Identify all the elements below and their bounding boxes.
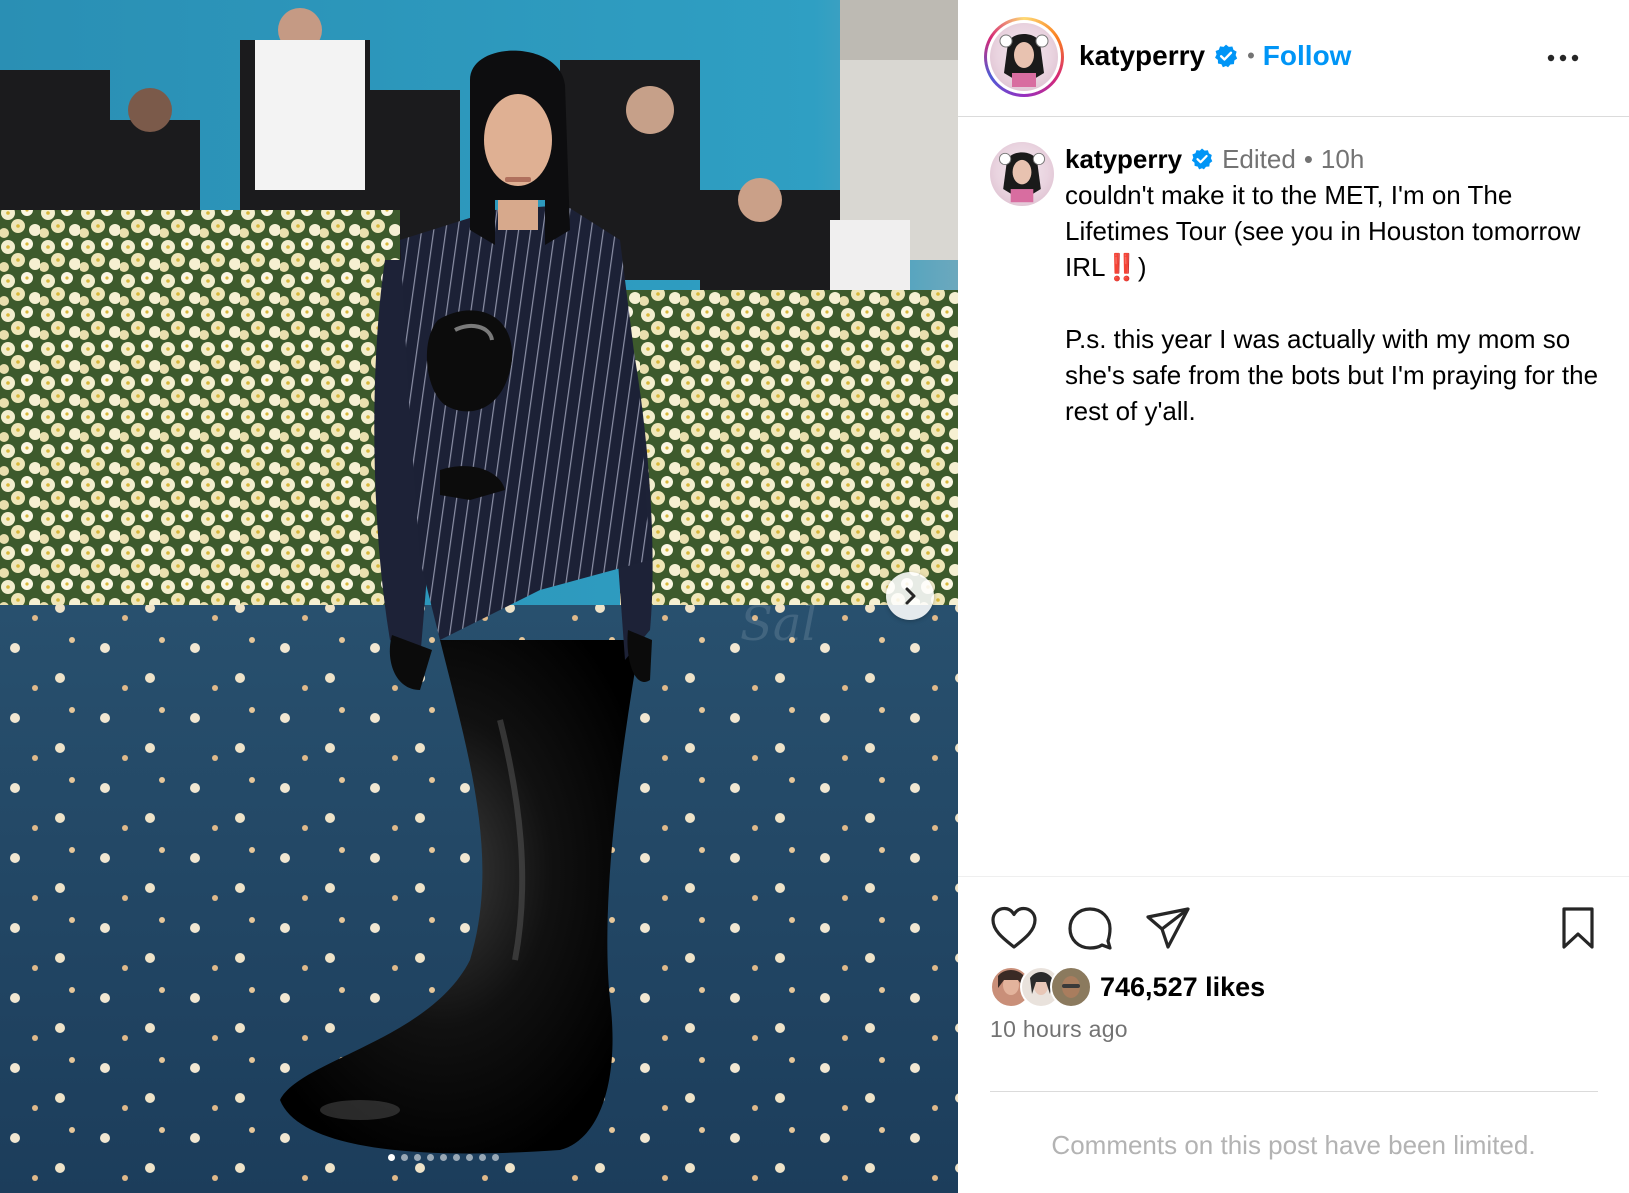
carousel-dot	[388, 1154, 395, 1161]
more-options-icon[interactable]	[1546, 44, 1580, 72]
svg-text:Sal: Sal	[740, 596, 817, 652]
post-container: Sal katyperry • Follow katyperry Edited …	[0, 0, 1629, 1193]
likes-row: 746,527 likes	[990, 966, 1265, 1008]
liker-avatar	[1050, 966, 1092, 1008]
carousel-dot	[453, 1154, 460, 1161]
carousel-dot	[492, 1154, 499, 1161]
carousel-dot	[401, 1154, 408, 1161]
post-timestamp: 10 hours ago	[990, 1016, 1128, 1042]
avatar-image	[990, 23, 1058, 91]
verified-badge-icon	[1191, 148, 1213, 170]
verified-badge-icon	[1215, 44, 1238, 68]
carousel-dot	[466, 1154, 473, 1161]
carousel-dot	[479, 1154, 486, 1161]
carousel-dot	[414, 1154, 421, 1161]
share-icon[interactable]	[1144, 905, 1192, 951]
next-slide-button[interactable]	[886, 572, 934, 620]
actions-divider	[958, 876, 1629, 877]
caption-username[interactable]: katyperry	[1065, 142, 1182, 176]
carousel-indicator	[388, 1154, 499, 1161]
header-separator: •	[1247, 43, 1255, 68]
comments-limited-notice: Comments on this post have been limited.	[1051, 1130, 1536, 1160]
post-time[interactable]: 10h	[1321, 142, 1364, 176]
post-sidebar: katyperry • Follow katyperry Edited • 10…	[958, 0, 1629, 1193]
caption-text-part2: ) P.s. this year I was actually with my …	[1065, 252, 1599, 426]
chevron-right-icon	[905, 587, 916, 605]
edited-label: Edited	[1222, 144, 1296, 174]
carousel-dot	[427, 1154, 434, 1161]
post-media[interactable]: Sal	[0, 0, 958, 1193]
carousel-dot	[440, 1154, 447, 1161]
bookmark-icon[interactable]	[1558, 905, 1598, 951]
caption-meta: katyperry Edited • 10h	[1065, 142, 1600, 176]
caption-avatar[interactable]	[990, 142, 1054, 206]
profile-avatar[interactable]	[984, 17, 1064, 97]
comments-divider	[990, 1091, 1598, 1092]
follow-button[interactable]: Follow	[1263, 40, 1352, 72]
header-username[interactable]: katyperry	[1079, 40, 1205, 72]
heart-icon[interactable]	[990, 905, 1038, 951]
post-photo: Sal	[0, 0, 958, 1193]
comment-icon[interactable]	[1066, 905, 1114, 951]
double-exclamation-emoji: ‼️	[1105, 252, 1138, 282]
post-header: katyperry • Follow	[958, 0, 1629, 117]
caption-separator: •	[1303, 144, 1313, 174]
action-bar	[990, 905, 1600, 951]
caption-text: couldn't make it to the MET, I'm on The …	[1065, 177, 1600, 429]
caption: katyperry Edited • 10h couldn't make it …	[990, 142, 1600, 429]
likes-count[interactable]: 746,527 likes	[1100, 972, 1265, 1003]
header-user: katyperry • Follow	[1079, 40, 1351, 72]
